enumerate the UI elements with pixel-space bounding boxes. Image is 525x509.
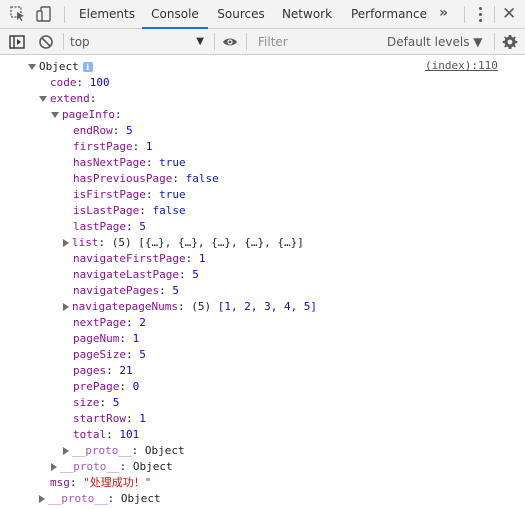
prop-field: navigateFirstPage: 1 <box>73 252 206 265</box>
tabbar-divider <box>494 6 495 23</box>
prop-proto[interactable]: __proto__: Object <box>62 443 185 459</box>
eye-icon[interactable] <box>222 34 238 50</box>
tab-network[interactable]: Network <box>278 0 336 28</box>
prop-field: prePage: 0 <box>73 380 140 393</box>
toolbar-divider <box>214 33 215 50</box>
expand-arrow-icon[interactable] <box>28 64 36 70</box>
prop-field: lastPage: 5 <box>73 220 146 233</box>
prop-proto[interactable]: __proto__: Object <box>38 491 161 507</box>
prop-extend[interactable]: extend: <box>39 91 96 107</box>
tab-sources[interactable]: Sources <box>212 0 270 28</box>
toolbar-divider <box>494 33 495 50</box>
expand-arrow-icon[interactable] <box>63 303 69 311</box>
customize-menu-icon[interactable] <box>478 7 484 23</box>
source-link[interactable]: (index):110 <box>425 58 498 74</box>
expand-arrow-icon[interactable] <box>39 96 47 102</box>
chevron-down-icon: ▼ <box>196 36 204 47</box>
tabbar-divider <box>464 6 465 23</box>
info-icon[interactable]: i <box>82 62 93 72</box>
prop-field: isLastPage: false <box>73 204 186 217</box>
inspect-element-icon[interactable] <box>10 6 26 22</box>
prop-field: startRow: 1 <box>73 412 146 425</box>
tab-performance[interactable]: Performance <box>348 0 430 28</box>
prop-field: pageSize: 5 <box>73 348 146 361</box>
console-output: (index):110 Object i code: 100 extend: pa… <box>0 55 525 509</box>
expand-arrow-icon[interactable] <box>39 495 45 503</box>
show-sidebar-icon[interactable] <box>9 34 25 50</box>
prop-field: hasPreviousPage: false <box>73 172 219 185</box>
clear-console-icon[interactable] <box>38 34 54 50</box>
toolbar-divider <box>63 33 64 50</box>
tab-console[interactable]: Console <box>142 0 208 29</box>
prop-field: navigateLastPage: 5 <box>73 268 199 281</box>
prop-field: total: 101 <box>73 428 140 441</box>
devtools-tabbar: Elements Console Sources Network Perform… <box>0 0 525 29</box>
log-object-root[interactable]: Object i <box>28 59 93 75</box>
tabbar-divider <box>64 6 65 23</box>
prop-pageinfo[interactable]: pageInfo: <box>51 107 122 123</box>
expand-arrow-icon[interactable] <box>63 239 69 247</box>
filter-input[interactable] <box>254 32 382 52</box>
expand-arrow-icon[interactable] <box>51 463 57 471</box>
context-select[interactable]: top ▼ <box>70 34 208 50</box>
log-levels-dropdown[interactable]: Default levels ▼ <box>382 34 483 50</box>
tab-elements[interactable]: Elements <box>76 0 138 28</box>
prop-proto[interactable]: __proto__: Object <box>50 459 173 475</box>
console-toolbar: top ▼ Default levels ▼ <box>0 29 525 55</box>
gear-icon[interactable] <box>502 34 518 50</box>
prop-field: firstPage: 1 <box>73 140 153 153</box>
prop-field: pages: 21 <box>73 364 133 377</box>
prop-field: pageNum: 1 <box>73 332 140 345</box>
prop-field: endRow: 5 <box>73 124 133 137</box>
prop-field: nextPage: 2 <box>73 316 146 329</box>
context-select-value: top <box>70 35 90 49</box>
prop-code: code: 100 <box>50 76 110 89</box>
device-toolbar-icon[interactable] <box>36 6 52 22</box>
expand-arrow-icon[interactable] <box>51 112 59 118</box>
close-icon[interactable]: ✕ <box>502 4 516 24</box>
toolbar-divider <box>246 33 247 50</box>
prop-navigatepagenums[interactable]: navigatepageNums: (5) [1, 2, 3, 4, 5] <box>62 299 317 315</box>
prop-field: navigatePages: 5 <box>73 284 179 297</box>
expand-arrow-icon[interactable] <box>63 447 69 455</box>
prop-list[interactable]: list: (5) [{…}, {…}, {…}, {…}, {…}] <box>62 235 304 251</box>
prop-field: size: 5 <box>73 396 120 409</box>
prop-field: hasNextPage: true <box>73 156 186 169</box>
prop-field: isFirstPage: true <box>73 188 186 201</box>
more-tabs-button[interactable]: » <box>439 5 448 21</box>
prop-msg: msg: "处理成功！" <box>50 476 152 489</box>
